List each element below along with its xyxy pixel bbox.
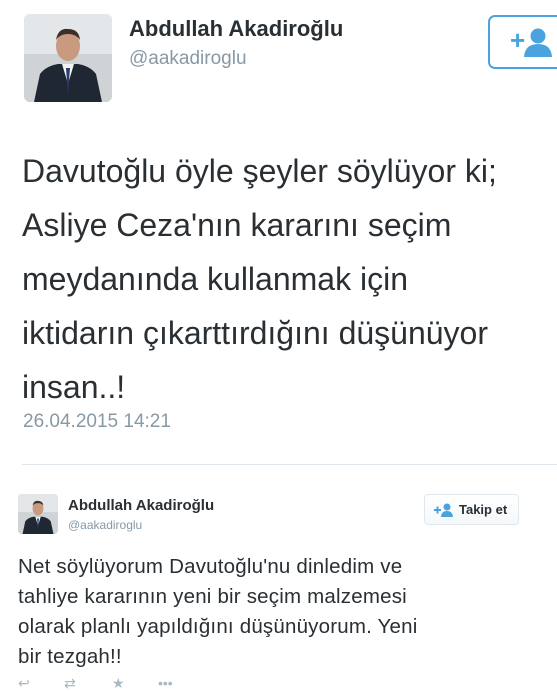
embedded-author-handle[interactable]: @aakadiroglu bbox=[68, 518, 142, 532]
more-icon[interactable]: ••• bbox=[158, 676, 173, 690]
tweet-actions: ↩ ⇄ ★ ••• bbox=[18, 676, 218, 690]
avatar-photo bbox=[24, 14, 112, 102]
takip-et-button[interactable]: Takip et bbox=[424, 494, 519, 525]
reply-icon[interactable]: ↩ bbox=[18, 676, 30, 690]
tweet-text: Davutoğlu öyle şeyler söylüyor ki; Asliy… bbox=[22, 144, 552, 414]
tweet-text-line: olarak planlı yapıldığını düşünüyorum. Y… bbox=[18, 615, 418, 638]
follow-button[interactable]: + bbox=[488, 15, 557, 69]
author-handle[interactable]: @aakadiroglu bbox=[129, 48, 247, 70]
embedded-author-name[interactable]: Abdullah Akadiroğlu bbox=[68, 497, 214, 514]
divider bbox=[22, 464, 557, 465]
retweet-icon[interactable]: ⇄ bbox=[64, 676, 76, 690]
author-name[interactable]: Abdullah Akadiroğlu bbox=[129, 16, 343, 42]
tweet-text-line: Net söylüyorum Davutoğlu'nu dinledim ve bbox=[18, 555, 403, 578]
tweet-text-line: iktidarın çıkarttırdığını düşünüyor bbox=[22, 315, 488, 351]
tweet-timestamp[interactable]: 26.04.2015 14:21 bbox=[23, 411, 171, 433]
tweet-text-line: Asliye Ceza'nın kararını seçim bbox=[22, 207, 452, 243]
tweet-text-line: tahliye kararının yeni bir seçim malzeme… bbox=[18, 585, 407, 608]
tweet-text-line: Davutoğlu öyle şeyler söylüyor ki; bbox=[22, 153, 497, 189]
tweet-text-line: meydanında kullanmak için bbox=[22, 261, 408, 297]
tweet-text-line: bir tezgah!! bbox=[18, 645, 122, 668]
follow-user-icon bbox=[434, 503, 453, 517]
avatar[interactable] bbox=[24, 14, 112, 102]
avatar-photo bbox=[18, 494, 58, 534]
favorite-icon[interactable]: ★ bbox=[112, 676, 125, 690]
embedded-tweet-text: Net söylüyorum Davutoğlu'nu dinledim ve … bbox=[18, 552, 548, 672]
takip-et-label: Takip et bbox=[459, 502, 508, 517]
tweet-text-line: insan..! bbox=[22, 369, 126, 405]
follow-user-icon bbox=[524, 28, 552, 57]
embedded-avatar[interactable] bbox=[18, 494, 58, 534]
